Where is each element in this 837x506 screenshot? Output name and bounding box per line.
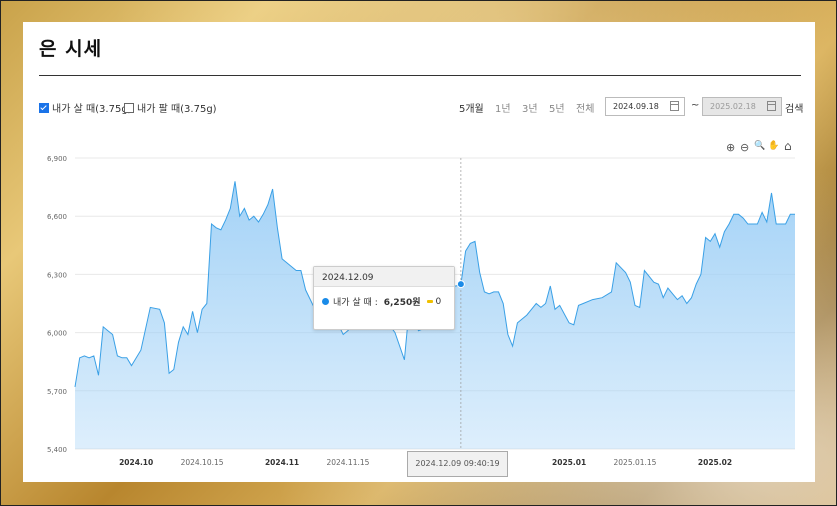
x-tick-label: 2024.10.15 [181,458,224,467]
price-chart[interactable]: 5,400 5,700 6,000 6,300 6,600 6,900 2024.10 202… [23,22,815,482]
x-tick-label: 2024.11.15 [326,458,369,467]
unchanged-icon [426,300,433,303]
tooltip-value: 6,250원 [383,298,421,308]
y-tick-label: 5,700 [47,388,67,396]
price-panel: 은 시세 내가 살 때(3.75g) 내가 팔 때(3.75g) 5개월 1년 … [23,22,815,482]
series-dot-icon [322,298,329,305]
x-tick-label: 2025.01 [552,458,586,467]
y-tick-label: 6,900 [47,155,67,163]
tooltip-change: 0 [435,296,442,307]
highlight-point [456,280,465,289]
chart-tooltip: 2024.12.09 내가 살 때 : 6,250원 0 [313,266,455,330]
x-tick-label: 2024.10 [119,458,153,467]
y-tick-label: 6,600 [47,213,67,221]
tooltip-series-label: 내가 살 때 : [333,298,378,308]
x-tick-label: 2025.01.15 [614,458,657,467]
tooltip-date: 2024.12.09 [314,267,454,287]
y-tick-label: 6,000 [47,330,67,338]
x-tick-label: 2024.11 [265,458,299,467]
y-tick-label: 6,300 [47,271,67,279]
x-tick-label: 2025.02 [698,458,732,467]
y-tick-label: 5,400 [47,446,67,454]
crosshair-time-label: 2024.12.09 09:40:19 [407,451,508,477]
